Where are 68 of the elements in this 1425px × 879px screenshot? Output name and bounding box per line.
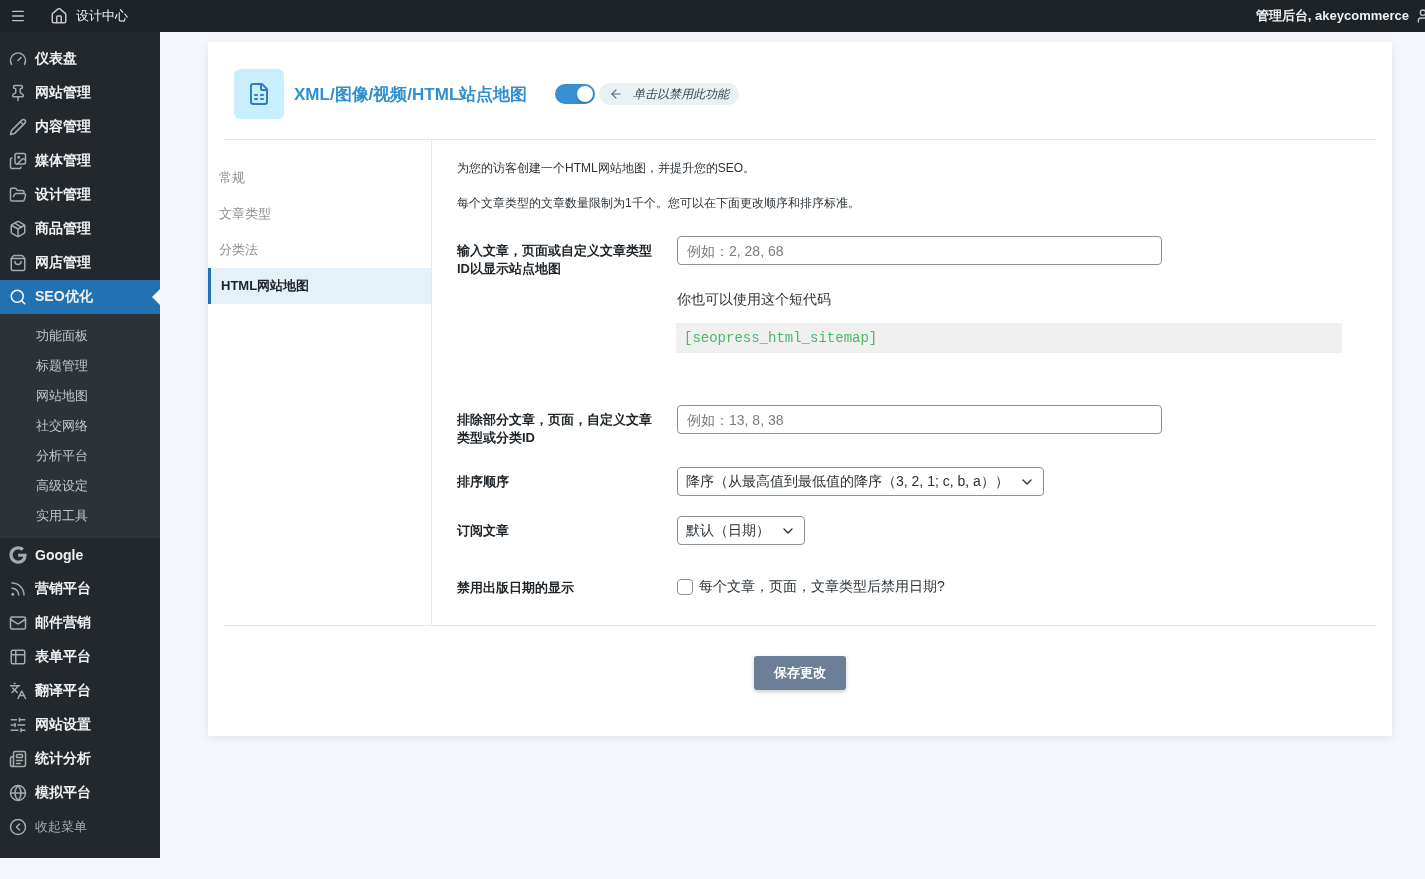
sidebar-item[interactable]: 营销平台 bbox=[0, 572, 160, 606]
text-field[interactable]: 例如：2, 28, 68 bbox=[677, 236, 1162, 265]
sidebar-item[interactable]: 网站管理 bbox=[0, 76, 160, 110]
text-field[interactable]: 例如：13, 8, 38 bbox=[677, 405, 1162, 434]
google-icon bbox=[9, 546, 27, 564]
field-label: 订阅文章 bbox=[457, 522, 510, 540]
submenu-item[interactable]: 标题管理 bbox=[0, 351, 160, 381]
sidebar-item[interactable]: 统计分析 bbox=[0, 742, 160, 776]
globe-icon bbox=[9, 784, 27, 802]
sidebar-item[interactable]: 媒体管理 bbox=[0, 144, 160, 178]
languages-icon bbox=[9, 682, 27, 700]
checkbox[interactable] bbox=[677, 579, 693, 595]
mail-icon bbox=[9, 614, 27, 632]
spreadsheet-icon bbox=[234, 69, 284, 119]
menu-icon[interactable] bbox=[10, 8, 26, 24]
settings-tab[interactable]: 常规 bbox=[208, 160, 431, 196]
pencil-icon bbox=[9, 118, 27, 136]
package-icon bbox=[9, 220, 27, 238]
search-icon bbox=[9, 288, 27, 306]
sidebar-item[interactable]: Google bbox=[0, 538, 160, 572]
sidebar-item[interactable]: 设计管理 bbox=[0, 178, 160, 212]
hint-text: 单击以禁用此功能 bbox=[633, 85, 730, 103]
submenu-item[interactable]: 高级设定 bbox=[0, 471, 160, 501]
field-label: 排除部分文章，页面，自定义文章类型或分类ID bbox=[457, 411, 653, 447]
table-icon bbox=[9, 648, 27, 666]
select-field[interactable]: 降序（从最高值到最低值的降序（3, 2, 1; c, b, a）） bbox=[677, 467, 1044, 496]
account-link[interactable]: 管理后台, akeycommerce bbox=[1255, 7, 1409, 25]
field-label: 禁用出版日期的显示 bbox=[457, 579, 575, 597]
submenu-item[interactable]: 分析平台 bbox=[0, 441, 160, 471]
sidebar-item[interactable]: 内容管理 bbox=[0, 110, 160, 144]
page-title: XML/图像/视频/HTML站点地图 bbox=[294, 83, 528, 106]
sidebar-item[interactable]: SEO优化 bbox=[0, 280, 160, 314]
submenu-item[interactable]: 网站地图 bbox=[0, 381, 160, 411]
description-text: 每个文章类型的文章数量限制为1千个。您可以在下面更改顺序和排序标准。 bbox=[457, 195, 861, 212]
sidebar-item[interactable]: 表单平台 bbox=[0, 640, 160, 674]
folder-icon bbox=[9, 186, 27, 204]
field-label: 输入文章，页面或自定义文章类型ID以显示站点地图 bbox=[457, 242, 653, 278]
submenu-item[interactable]: 功能面板 bbox=[0, 321, 160, 351]
description-text: 为您的访客创建一个HTML网站地图，并提升您的SEO。 bbox=[457, 160, 756, 177]
submenu-item[interactable]: 社交网络 bbox=[0, 411, 160, 441]
sidebar-item[interactable]: 邮件营销 bbox=[0, 606, 160, 640]
sidebar-item[interactable]: 仪表盘 bbox=[0, 42, 160, 76]
gauge-icon bbox=[9, 50, 27, 68]
shopping-bag-icon bbox=[9, 254, 27, 272]
rss-icon bbox=[9, 580, 27, 598]
feature-toggle[interactable] bbox=[555, 84, 596, 104]
images-icon bbox=[9, 152, 27, 170]
sidebar-item[interactable]: 翻译平台 bbox=[0, 674, 160, 708]
save-button[interactable]: 保存更改 bbox=[754, 656, 846, 690]
pin-icon bbox=[9, 84, 27, 102]
checkbox-label: 每个文章，页面，文章类型后禁用日期? bbox=[699, 578, 945, 596]
sidebar-item[interactable]: 商品管理 bbox=[0, 212, 160, 246]
sidebar-item[interactable]: 网站设置 bbox=[0, 708, 160, 742]
arrow-left-icon bbox=[609, 87, 624, 101]
shortcode: [seopress_html_sitemap] bbox=[676, 323, 1342, 353]
settings-tab[interactable]: HTML网站地图 bbox=[208, 268, 431, 304]
select-field[interactable]: 默认（日期） bbox=[677, 516, 805, 545]
field-label: 排序顺序 bbox=[457, 473, 510, 491]
shortcode-note: 你也可以使用这个短代码 bbox=[677, 291, 832, 309]
sliders-icon bbox=[9, 716, 27, 734]
home-icon[interactable] bbox=[50, 7, 68, 25]
collapse-icon bbox=[9, 818, 27, 836]
sidebar-item[interactable]: 网店管理 bbox=[0, 246, 160, 280]
newspaper-icon bbox=[9, 750, 27, 768]
sidebar-item[interactable]: 模拟平台 bbox=[0, 776, 160, 810]
site-title[interactable]: 设计中心 bbox=[76, 7, 128, 25]
submenu-item[interactable]: 实用工具 bbox=[0, 501, 160, 531]
collapse-menu-button[interactable]: 收起菜单 bbox=[0, 810, 160, 844]
